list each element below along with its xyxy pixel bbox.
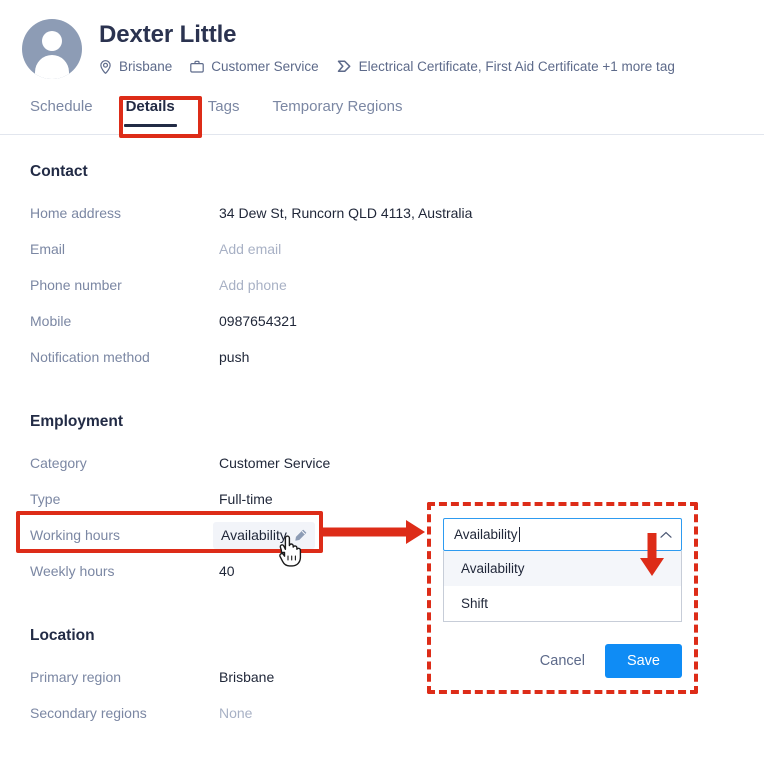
avatar-head-shape [42,31,62,51]
row-value[interactable]: Add phone [219,277,287,293]
working-hours-combobox[interactable]: Availability [443,518,682,551]
working-hours-value-chip[interactable]: Availability [213,522,315,549]
row-label: Weekly hours [30,563,115,579]
cancel-button[interactable]: Cancel [530,645,595,677]
row-label: Phone number [30,277,122,293]
section-title-employment: Employment [30,413,124,430]
briefcase-icon [190,60,205,73]
text-caret [518,527,520,542]
row-home-address: Home address 34 Dew St, Runcorn QLD 4113… [30,201,472,231]
row-value[interactable]: push [219,349,249,365]
row-value[interactable]: Add email [219,241,281,257]
row-category: Category Customer Service [30,451,450,481]
row-working-hours: Working hours Availability [30,522,450,553]
option-shift[interactable]: Shift [444,586,681,621]
meta-region-label: Brisbane [119,59,173,74]
meta-item-tags: Electrical Certificate, First Aid Certif… [337,59,675,74]
row-label: Mobile [30,313,72,329]
row-value: Availability [221,527,287,543]
tab-details[interactable]: Details [123,96,177,127]
row-value[interactable]: 40 [219,563,235,579]
tag-icon [337,60,352,73]
meta-item-region: Brisbane [99,59,172,74]
row-value[interactable]: Customer Service [219,455,330,471]
tab-temporary-regions[interactable]: Temporary Regions [270,96,404,127]
row-label: Type [30,491,61,507]
row-primary-region: Primary region Brisbane [30,665,450,695]
row-secondary-regions: Secondary regions None [30,701,450,731]
profile-meta-row: Brisbane Customer Service Electrical Cer… [99,59,675,74]
save-button[interactable]: Save [604,644,682,678]
person-avatar-icon [22,19,82,79]
profile-header: Dexter Little Brisbane Customer Service … [0,0,764,92]
section-title-location: Location [30,627,95,644]
avatar-body-shape [35,55,69,79]
row-mobile: Mobile 0987654321 [30,309,450,339]
row-label: Category [30,455,87,471]
editor-action-bar: Cancel Save [443,644,682,678]
tab-bar-divider [0,134,764,135]
row-weekly-hours: Weekly hours 40 [30,559,450,589]
row-value[interactable]: Full-time [219,491,273,507]
row-notification-method: Notification method push [30,345,450,375]
option-availability[interactable]: Availability [444,551,681,586]
row-value[interactable]: 0987654321 [219,313,297,329]
row-type: Type Full-time [30,487,450,517]
tab-tags[interactable]: Tags [206,96,242,127]
chevron-up-icon[interactable] [660,531,672,539]
row-email: Email Add email [30,237,450,267]
section-title-contact: Contact [30,163,88,180]
combobox-input-value[interactable]: Availability [454,527,518,542]
row-value[interactable]: None [219,705,252,721]
row-value[interactable]: 34 Dew St, Runcorn QLD 4113, Australia [219,205,472,221]
row-label: Secondary regions [30,705,147,721]
row-label: Working hours [30,527,121,543]
meta-tags-label: Electrical Certificate, First Aid Certif… [358,59,675,74]
row-label: Primary region [30,669,122,685]
working-hours-options-list: Availability Shift [443,551,682,622]
pencil-icon[interactable] [294,529,307,542]
location-pin-icon [99,59,112,74]
working-hours-editor: Availability Availability Shift [443,518,682,622]
tab-schedule[interactable]: Schedule [28,96,95,127]
meta-category-label: Customer Service [211,59,319,74]
row-value[interactable]: Brisbane [219,669,274,685]
row-phone-number: Phone number Add phone [30,273,450,303]
row-label: Home address [30,205,122,221]
meta-item-category: Customer Service [190,59,319,74]
row-label: Email [30,241,66,257]
page-title: Dexter Little [99,21,237,48]
row-label: Notification method [30,349,150,365]
tab-bar: Schedule Details Tags Temporary Regions [0,96,764,136]
profile-details-page: Dexter Little Brisbane Customer Service … [0,0,764,766]
